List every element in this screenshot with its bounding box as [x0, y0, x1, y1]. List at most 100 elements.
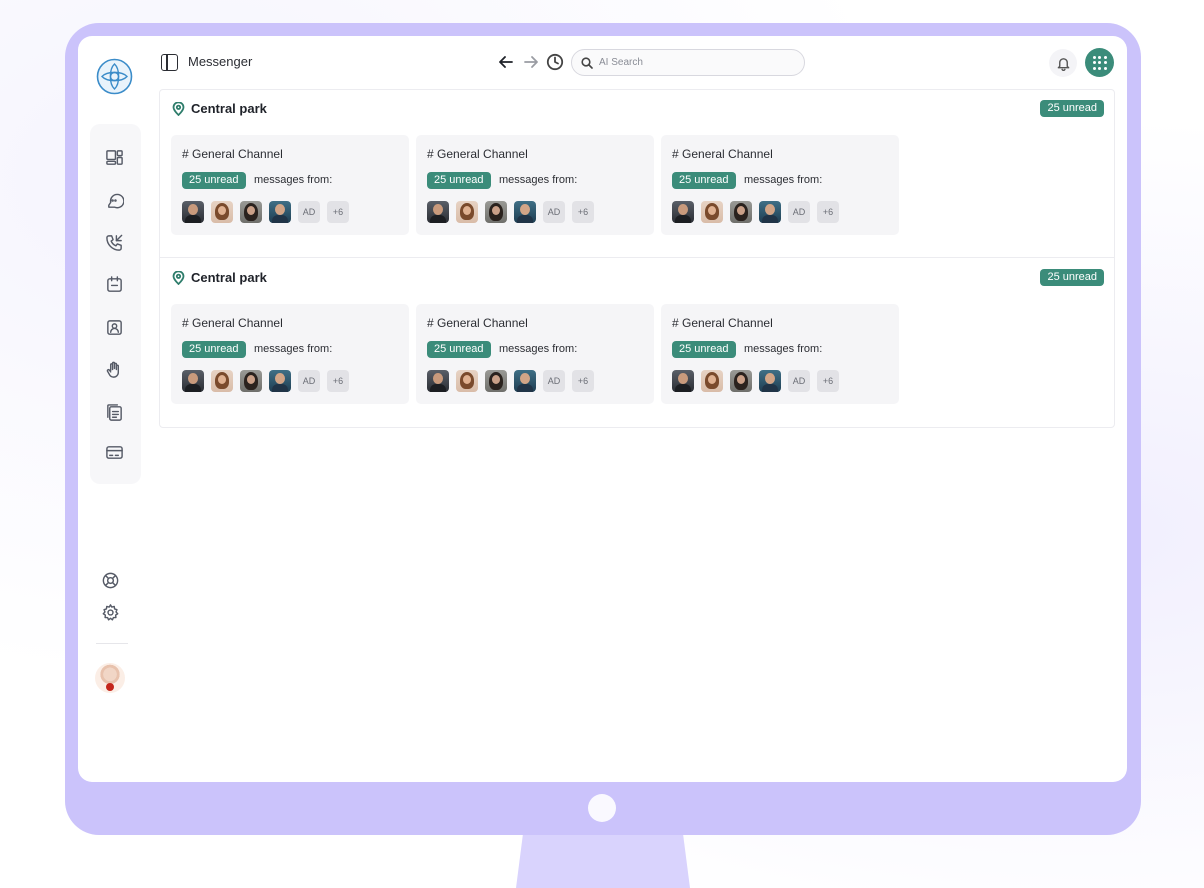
avatar: [485, 201, 507, 223]
user-avatar[interactable]: [95, 663, 125, 693]
initials-avatar: AD: [298, 370, 320, 392]
avatar: [456, 370, 478, 392]
avatar: [514, 201, 536, 223]
power-button: [588, 794, 616, 822]
avatar: [701, 370, 723, 392]
location-section: Central park 25 unread # General Channel…: [160, 90, 1114, 258]
apps-grid-button[interactable]: [1085, 48, 1114, 77]
settings-icon[interactable]: [100, 602, 120, 622]
initials-avatar: AD: [788, 370, 810, 392]
back-arrow-icon[interactable]: [497, 53, 515, 71]
sidebar-divider: [96, 643, 128, 644]
notification-bell-icon[interactable]: [1049, 49, 1077, 77]
sidebar-toggle-icon[interactable]: [161, 54, 178, 71]
location-title: Central park: [191, 101, 267, 116]
avatar: [427, 370, 449, 392]
location-title: Central park: [191, 270, 267, 285]
avatar: [730, 201, 752, 223]
channel-card[interactable]: # General Channel 25 unread messages fro…: [661, 135, 899, 235]
avatar: [427, 201, 449, 223]
avatar: [240, 370, 262, 392]
avatar: [701, 201, 723, 223]
avatar: [672, 201, 694, 223]
documents-icon[interactable]: [104, 402, 124, 422]
more-senders-count: +6: [817, 370, 839, 392]
hand-icon[interactable]: [104, 359, 124, 379]
unread-badge: 25 unread: [672, 172, 736, 189]
messages-from-label: messages from:: [254, 343, 333, 355]
location-pin-icon: [172, 270, 185, 286]
unread-badge: 25 unread: [427, 172, 491, 189]
sender-avatars: AD +6: [672, 370, 839, 392]
channel-card[interactable]: # General Channel 25 unread messages fro…: [661, 304, 899, 404]
dashboard-icon[interactable]: [104, 147, 124, 167]
more-senders-count: +6: [327, 201, 349, 223]
sender-avatars: AD +6: [182, 370, 349, 392]
unread-badge: 25 unread: [672, 341, 736, 358]
unread-badge: 25 unread: [427, 341, 491, 358]
channel-card[interactable]: # General Channel 25 unread messages fro…: [416, 304, 654, 404]
avatar: [759, 201, 781, 223]
avatar: [211, 370, 233, 392]
avatar: [730, 370, 752, 392]
channel-name: # General Channel: [427, 316, 528, 330]
messages-from-label: messages from:: [744, 343, 823, 355]
unread-badge: 25 unread: [182, 172, 246, 189]
avatar: [514, 370, 536, 392]
avatar: [456, 201, 478, 223]
channel-card[interactable]: # General Channel 25 unread messages fro…: [416, 135, 654, 235]
initials-avatar: AD: [543, 201, 565, 223]
app-title: Messenger: [188, 54, 253, 69]
initials-avatar: AD: [788, 201, 810, 223]
avatar: [485, 370, 507, 392]
avatar: [759, 370, 781, 392]
avatar: [211, 201, 233, 223]
sidebar-nav: [90, 124, 141, 484]
location-pin-icon: [172, 101, 185, 117]
unread-badge: 25 unread: [182, 341, 246, 358]
calendar-icon[interactable]: [104, 274, 124, 294]
more-senders-count: +6: [572, 201, 594, 223]
avatar: [240, 201, 262, 223]
forward-arrow-icon[interactable]: [522, 53, 540, 71]
history-clock-icon[interactable]: [546, 53, 564, 71]
avatar: [269, 201, 291, 223]
section-unread-badge: 25 unread: [1040, 100, 1104, 117]
search-input[interactable]: [599, 57, 789, 68]
avatar: [269, 370, 291, 392]
sender-avatars: AD +6: [672, 201, 839, 223]
sender-avatars: AD +6: [427, 370, 594, 392]
ai-search-field[interactable]: [571, 49, 805, 76]
avatar: [182, 201, 204, 223]
messages-from-label: messages from:: [744, 174, 823, 186]
channel-name: # General Channel: [672, 147, 773, 161]
brand-logo: [96, 58, 133, 95]
chat-icon[interactable]: [104, 190, 124, 210]
monitor-stand: [516, 834, 690, 888]
channel-name: # General Channel: [427, 147, 528, 161]
support-icon[interactable]: [100, 570, 120, 590]
channel-card[interactable]: # General Channel 25 unread messages fro…: [171, 135, 409, 235]
more-senders-count: +6: [817, 201, 839, 223]
messages-from-label: messages from:: [499, 343, 578, 355]
initials-avatar: AD: [543, 370, 565, 392]
sender-avatars: AD +6: [182, 201, 349, 223]
sender-avatars: AD +6: [427, 201, 594, 223]
channel-name: # General Channel: [182, 147, 283, 161]
phone-icon[interactable]: [104, 232, 124, 252]
initials-avatar: AD: [298, 201, 320, 223]
app-screen: Messenger Central park 25 unread # Gener…: [78, 36, 1127, 782]
search-icon: [581, 56, 593, 69]
messages-from-label: messages from:: [499, 174, 578, 186]
avatar: [672, 370, 694, 392]
billing-card-icon[interactable]: [104, 442, 124, 462]
channel-name: # General Channel: [672, 316, 773, 330]
section-unread-badge: 25 unread: [1040, 269, 1104, 286]
contact-card-icon[interactable]: [104, 317, 124, 337]
channel-card[interactable]: # General Channel 25 unread messages fro…: [171, 304, 409, 404]
messages-from-label: messages from:: [254, 174, 333, 186]
avatar: [182, 370, 204, 392]
channels-panel: Central park 25 unread # General Channel…: [159, 89, 1115, 428]
channel-name: # General Channel: [182, 316, 283, 330]
location-section: Central park 25 unread # General Channel…: [160, 259, 1114, 427]
